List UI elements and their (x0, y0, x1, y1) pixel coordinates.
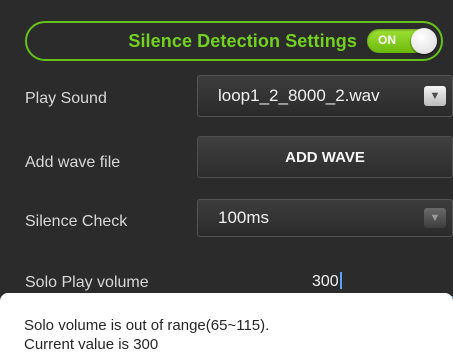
toast-line-1: Solo volume is out of range(65~115). (24, 317, 270, 334)
silence-check-value: 100ms (218, 208, 270, 227)
chevron-down-icon[interactable]: ▼ (424, 86, 446, 106)
silence-check-label: Silence Check (25, 213, 128, 230)
solo-volume-input[interactable]: 300 (312, 272, 342, 291)
silence-check-dropdown[interactable]: 100ms ▼ (197, 199, 453, 237)
toggle-label: ON (378, 33, 396, 47)
toast-line-2: Current value is 300 (24, 336, 159, 353)
play-sound-dropdown[interactable]: loop1_2_8000_2.wav ▼ (197, 75, 453, 117)
silence-detection-toggle[interactable]: ON (367, 28, 437, 54)
toggle-knob (411, 28, 437, 54)
add-wave-button[interactable]: ADD WAVE (197, 136, 453, 178)
error-toast: Solo volume is out of range(65~115). Cur… (0, 293, 453, 363)
play-sound-label: Play Sound (25, 90, 107, 107)
play-sound-value: loop1_2_8000_2.wav (218, 86, 380, 105)
header-title: Silence Detection Settings (128, 30, 357, 51)
solo-volume-label: Solo Play volume (25, 274, 149, 291)
text-cursor (339, 272, 342, 289)
solo-volume-value: 300 (312, 273, 339, 290)
settings-header: Silence Detection Settings ON (25, 21, 443, 61)
chevron-down-icon[interactable]: ▼ (424, 208, 446, 228)
add-wave-label: Add wave file (25, 154, 121, 171)
